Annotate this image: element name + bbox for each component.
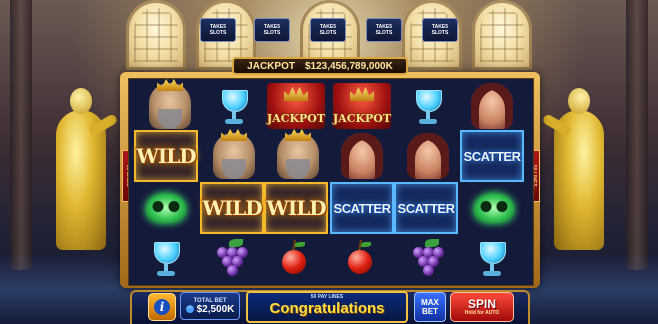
reel-cell	[134, 182, 198, 234]
max-bet-line1: MAX	[421, 298, 439, 307]
scatter-symbol: SCATTER	[463, 148, 521, 164]
reel-cell-highlighted: WILD	[134, 130, 198, 182]
reel-cell	[328, 232, 392, 284]
golden-statue-left	[42, 80, 120, 250]
cherry-symbol	[279, 239, 309, 276]
reel-cell	[460, 232, 524, 284]
reel-cell	[394, 232, 458, 284]
jackpot-label: JACKPOT	[247, 60, 295, 72]
wild-symbol: WILD	[202, 196, 262, 220]
reel-cell	[134, 232, 198, 284]
game-tab[interactable]: TAKE5 SLOTS	[254, 18, 290, 42]
reel-cell	[462, 182, 526, 234]
queen-symbol	[407, 133, 449, 179]
wild-symbol: WILD	[136, 144, 196, 168]
game-tab[interactable]: TAKE5 SLOTS	[200, 18, 236, 42]
message-panel: 50 PAY LINES Congratulations	[246, 291, 408, 323]
decrease-bet-button[interactable]: −	[185, 305, 194, 313]
jackpot-amount: $123,456,789,000K	[304, 60, 393, 72]
jackpot-symbol: JACKPOT	[333, 83, 391, 129]
game-tab[interactable]: TAKE5 SLOTS	[422, 18, 458, 42]
reel-cell-highlighted: WILD	[200, 182, 264, 234]
mask-symbol	[474, 193, 514, 223]
info-button[interactable]: i	[148, 293, 176, 321]
info-icon: i	[154, 299, 170, 315]
scatter-symbol: SCATTER	[333, 200, 391, 216]
goblet-symbol	[413, 86, 443, 126]
grapes-symbol	[409, 239, 444, 277]
reel-cell	[202, 80, 266, 132]
king-symbol	[149, 83, 191, 129]
reel-cell-highlighted: SCATTER	[394, 182, 458, 234]
reel-cell	[396, 130, 460, 182]
grapes-symbol	[213, 239, 248, 277]
goblet-symbol	[151, 238, 181, 278]
game-tab[interactable]: TAKE5 SLOTS	[310, 18, 346, 42]
king-symbol	[277, 133, 319, 179]
golden-statue-right	[540, 80, 618, 250]
reel-cell: JACKPOT	[264, 80, 328, 132]
queen-symbol	[471, 83, 513, 129]
reel-cell-highlighted: SCATTER	[330, 182, 394, 234]
jackpot-banner: JACKPOT $123,456,789,000K	[232, 57, 408, 75]
reel-cell	[330, 130, 394, 182]
king-symbol	[213, 133, 255, 179]
total-bet-value: $2,500K	[196, 303, 235, 315]
mask-symbol	[146, 193, 186, 223]
goblet-symbol	[477, 238, 507, 278]
queen-symbol	[341, 133, 383, 179]
reel-cell-highlighted: WILD	[264, 182, 328, 234]
reel-cell	[460, 80, 524, 132]
reel-cell: JACKPOT	[330, 80, 394, 132]
total-bet-control[interactable]: TOTAL BET − $2,500K	[180, 292, 240, 320]
reel-cell	[202, 130, 266, 182]
spin-hint: Hold for AUTO	[464, 310, 500, 316]
cherry-symbol	[345, 239, 375, 276]
wild-symbol: WILD	[266, 196, 326, 220]
max-bet-line2: BET	[422, 307, 438, 316]
max-bet-button[interactable]: MAX BET	[414, 292, 446, 322]
spin-label: SPIN	[467, 297, 496, 311]
game-tabs: TAKE5 SLOTS TAKE5 SLOTS TAKE5 SLOTS TAKE…	[0, 18, 658, 44]
reel-cell	[266, 130, 330, 182]
jackpot-symbol: JACKPOT	[267, 83, 325, 129]
goblet-symbol	[219, 86, 249, 126]
scatter-symbol: SCATTER	[397, 200, 455, 216]
win-message: Congratulations	[269, 300, 385, 317]
reel-cell	[396, 80, 460, 132]
game-tab[interactable]: TAKE5 SLOTS	[366, 18, 402, 42]
spin-button[interactable]: SPIN Hold for AUTO	[450, 292, 514, 322]
reel-cell	[198, 232, 262, 284]
reel-cell	[138, 80, 202, 132]
reel-cell-highlighted: SCATTER	[460, 130, 524, 182]
reel-cell	[262, 232, 326, 284]
